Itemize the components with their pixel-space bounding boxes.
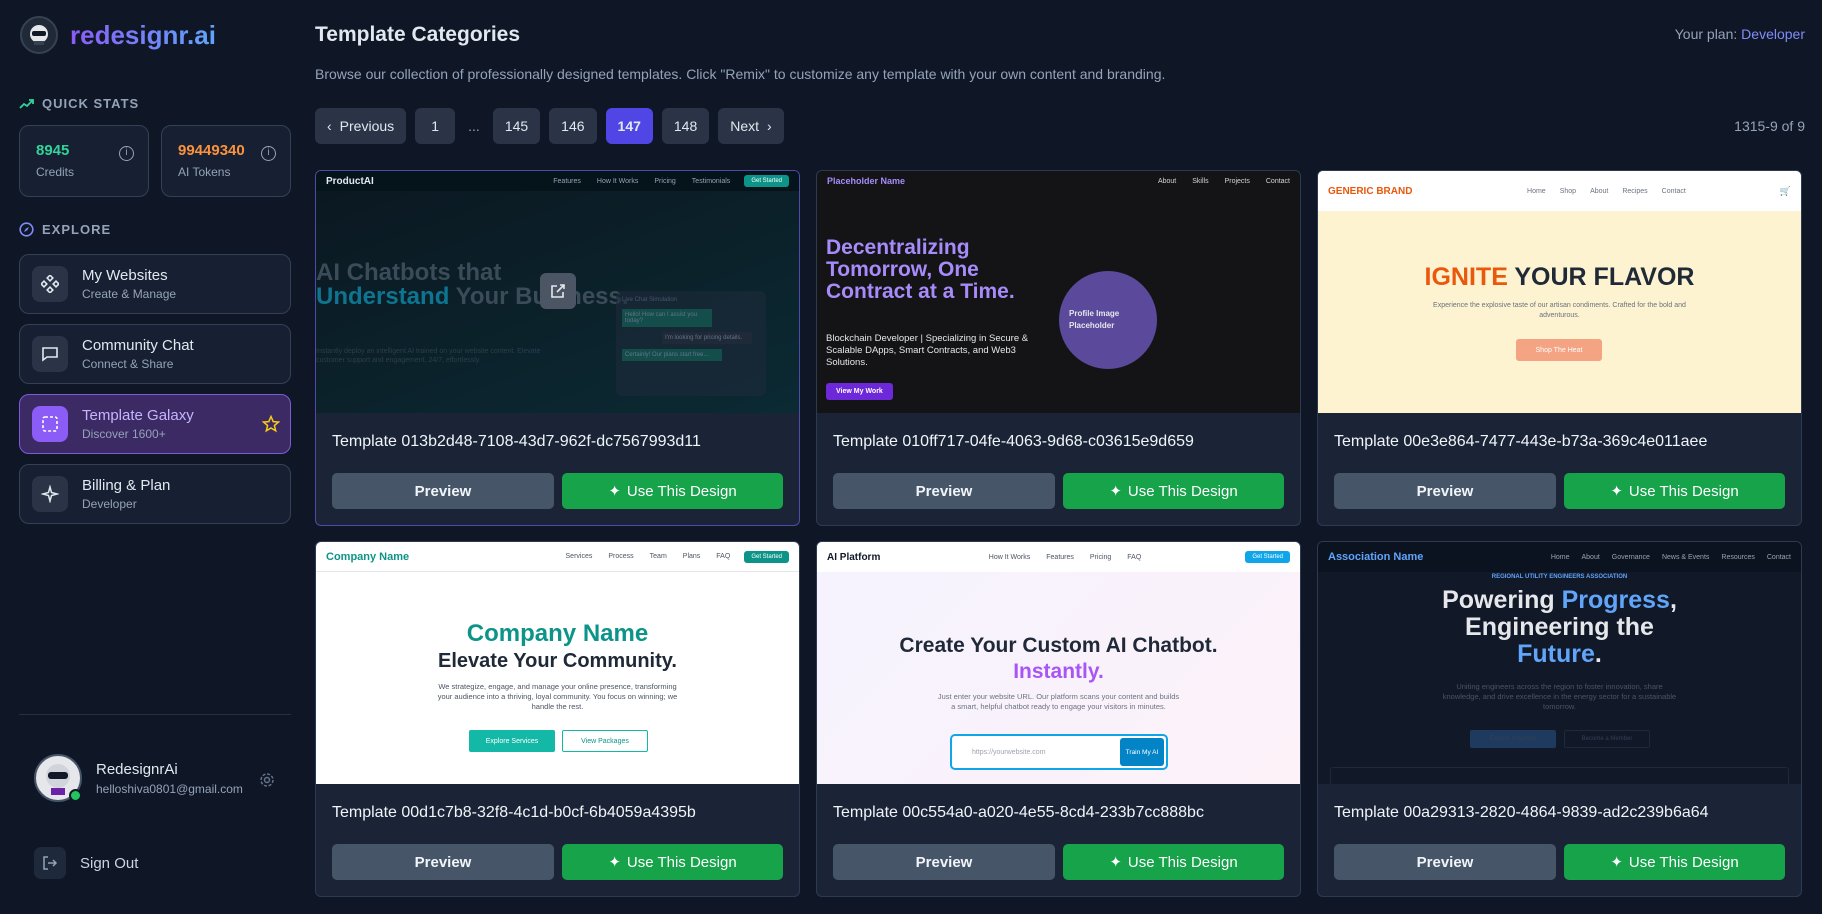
template-name: Template 00e3e864-7477-443e-b73a-369c4e0…	[1334, 433, 1708, 450]
template-thumbnail[interactable]: GENERIC BRAND Home Shop About Recipes Contac…	[1318, 171, 1801, 413]
chat-icon	[32, 336, 68, 372]
template-card[interactable]: Placeholder Name About Skills Projects Cont…	[816, 170, 1301, 526]
page-146-button[interactable]: 146	[549, 108, 597, 144]
template-card[interactable]: GENERIC BRAND Home Shop About Recipes Contac…	[1317, 170, 1802, 526]
preview-button[interactable]: Preview	[332, 473, 554, 509]
plan-value[interactable]: Developer	[1741, 26, 1805, 42]
template-name: Template 00c554a0-a020-4e55-8cd4-233b7cc…	[833, 804, 1204, 821]
preview-button[interactable]: Preview	[332, 844, 554, 880]
info-icon[interactable]: i	[119, 146, 134, 161]
brand-name: redesignr.ai	[70, 19, 216, 50]
preview-button[interactable]: Preview	[1334, 844, 1556, 880]
page-145-button[interactable]: 145	[492, 108, 541, 144]
tokens-label: AI Tokens	[178, 165, 231, 179]
magic-wand-icon: ✦	[1109, 483, 1122, 500]
plan-indicator: Your plan: Developer	[1674, 26, 1805, 42]
page-title: Template Categories	[315, 23, 521, 46]
preview-button[interactable]: Preview	[1334, 473, 1556, 509]
credits-value: 8945	[36, 142, 70, 159]
template-thumbnail[interactable]: AI Platform How It Works Features Pricing F…	[817, 542, 1300, 784]
template-name: Template 013b2d48-7108-43d7-962f-dc75679…	[332, 433, 701, 450]
template-card[interactable]: ProductAI Features How It Works Pricing Tes…	[315, 170, 800, 526]
explore-heading: EXPLORE	[19, 222, 111, 237]
use-this-design-button[interactable]: ✦ Use This Design	[562, 473, 783, 509]
previous-page-button[interactable]: ‹ Previous	[315, 108, 407, 144]
template-name: Template 00d1c7b8-32f8-4c1d-b0cf-6b4059a…	[332, 804, 696, 821]
chevron-left-icon: ‹	[327, 118, 332, 134]
page-1-button[interactable]: 1	[415, 108, 456, 144]
template-card[interactable]: AI Platform How It Works Features Pricing F…	[816, 541, 1301, 897]
nav-template-galaxy[interactable]: Template Galaxy Discover 1600+	[19, 394, 291, 454]
logo-icon	[20, 16, 58, 54]
chevron-right-icon: ›	[767, 118, 772, 134]
template-thumbnail[interactable]: Association Name Home About Governance News…	[1318, 542, 1801, 784]
compass-icon	[19, 222, 34, 237]
info-icon[interactable]: i	[261, 146, 276, 161]
template-thumbnail[interactable]: ProductAI Features How It Works Pricing Tes…	[316, 171, 799, 413]
template-name: Template 010ff717-04fe-4063-9d68-c03615e…	[833, 433, 1194, 450]
magic-wand-icon: ✦	[1109, 854, 1122, 871]
online-status-indicator	[69, 789, 82, 802]
sparkle-icon	[32, 476, 68, 512]
user-profile[interactable]: RedesignrAi helloshiva0801@gmail.com	[34, 754, 243, 802]
pagination-ellipsis: ...	[468, 118, 480, 134]
use-this-design-button[interactable]: ✦ Use This Design	[1564, 473, 1785, 509]
page-description: Browse our collection of professionally …	[315, 66, 1166, 82]
preview-button[interactable]: Preview	[833, 844, 1055, 880]
trending-up-icon	[19, 98, 34, 109]
magic-wand-icon: ✦	[608, 854, 621, 871]
gear-icon[interactable]	[259, 772, 275, 788]
use-this-design-button[interactable]: ✦ Use This Design	[1564, 844, 1785, 880]
grid-icon	[32, 266, 68, 302]
divider	[19, 714, 291, 715]
sign-out-icon	[34, 847, 66, 879]
magic-wand-icon: ✦	[1610, 483, 1623, 500]
sidebar: redesignr.ai QUICK STATS 8945 Credits i …	[0, 0, 310, 914]
brand[interactable]: redesignr.ai	[20, 16, 216, 54]
sign-out-button[interactable]: Sign Out	[34, 847, 138, 879]
page-148-button[interactable]: 148	[661, 108, 710, 144]
nav-billing-plan[interactable]: Billing & Plan Developer	[19, 464, 291, 524]
preview-button[interactable]: Preview	[833, 473, 1055, 509]
user-email: helloshiva0801@gmail.com	[96, 781, 243, 796]
template-thumbnail[interactable]: Company Name Services Process Team Plans FAQ…	[316, 542, 799, 784]
cart-icon: 🛒	[1779, 185, 1791, 196]
user-name: RedesignrAi	[96, 760, 178, 778]
tokens-value: 99449340	[178, 142, 245, 159]
main-content: Template Categories Browse our collectio…	[315, 0, 1805, 914]
external-link-icon[interactable]	[540, 273, 576, 309]
nav-my-websites[interactable]: My Websites Create & Manage	[19, 254, 291, 314]
template-card[interactable]: Association Name Home About Governance News…	[1317, 541, 1802, 897]
pagination: ‹ Previous 1 ... 145 146 147 148 Next ›	[315, 108, 784, 144]
template-icon	[32, 406, 68, 442]
magic-wand-icon: ✦	[1610, 854, 1623, 871]
template-name: Template 00a29313-2820-4864-9839-ad2c239…	[1334, 804, 1709, 821]
quick-stats-heading: QUICK STATS	[19, 96, 139, 111]
magic-wand-icon: ✦	[608, 483, 621, 500]
credits-stat: 8945 Credits i	[19, 125, 149, 197]
credits-label: Credits	[36, 165, 75, 179]
template-card[interactable]: Company Name Services Process Team Plans FAQ…	[315, 541, 800, 897]
tokens-stat: 99449340 AI Tokens i	[161, 125, 291, 197]
use-this-design-button[interactable]: ✦ Use This Design	[1063, 844, 1284, 880]
use-this-design-button[interactable]: ✦ Use This Design	[562, 844, 783, 880]
template-thumbnail[interactable]: Placeholder Name About Skills Projects Cont…	[817, 171, 1300, 413]
nav-community-chat[interactable]: Community Chat Connect & Share	[19, 324, 291, 384]
next-page-button[interactable]: Next ›	[718, 108, 784, 144]
avatar	[34, 754, 82, 802]
results-range: 1315-9 of 9	[1734, 118, 1805, 134]
page-147-button[interactable]: 147	[605, 108, 653, 144]
use-this-design-button[interactable]: ✦ Use This Design	[1063, 473, 1284, 509]
star-icon[interactable]	[262, 415, 280, 433]
